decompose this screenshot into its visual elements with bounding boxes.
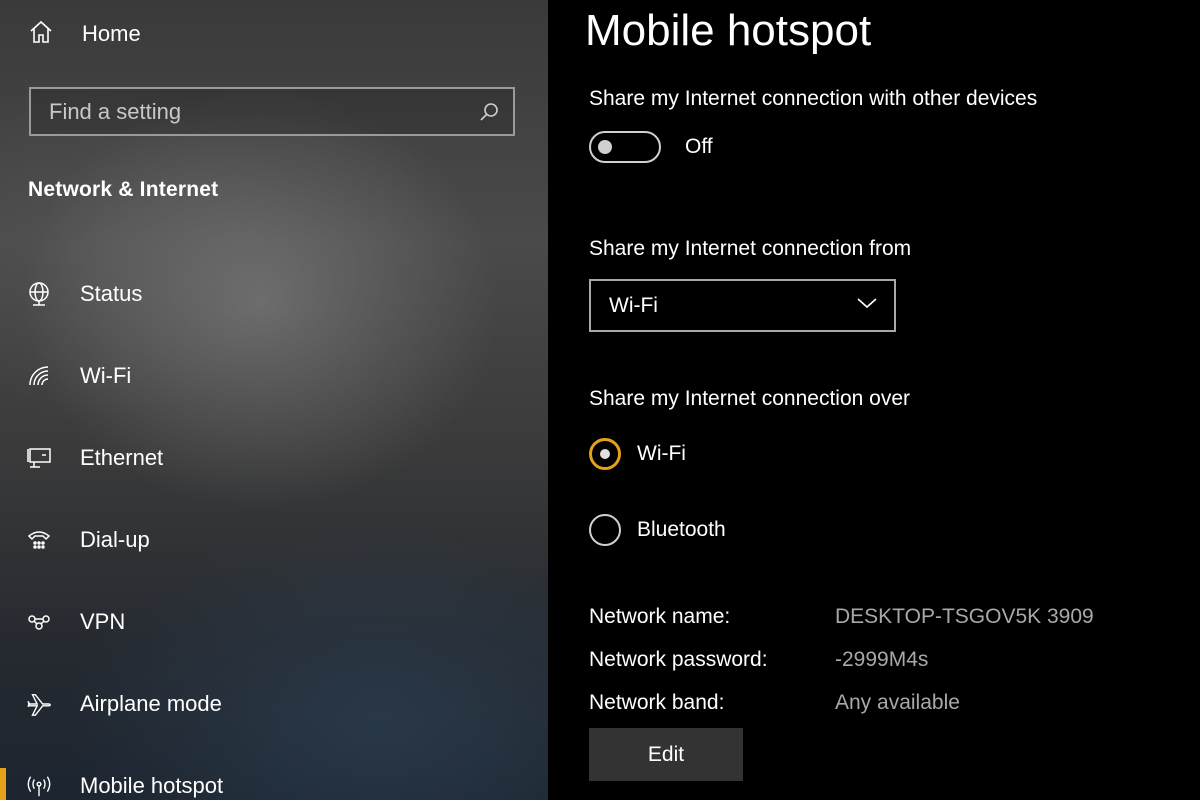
- share-from-dropdown[interactable]: Wi-Fi: [589, 279, 896, 332]
- share-label: Share my Internet connection with other …: [589, 87, 1038, 110]
- network-band-value: Any available: [835, 691, 960, 714]
- share-toggle-row: Off: [589, 131, 713, 163]
- share-from-label: Share my Internet connection from: [589, 237, 912, 260]
- main-panel: Mobile hotspot Share my Internet connect…: [548, 0, 1200, 800]
- home-icon: [28, 19, 54, 50]
- radio-wifi[interactable]: [589, 438, 621, 470]
- home-label: Home: [82, 21, 141, 46]
- radio-bluetooth[interactable]: [589, 514, 621, 546]
- share-over-label: Share my Internet connection over: [589, 387, 911, 410]
- search-box[interactable]: [29, 87, 515, 136]
- globe-icon: [26, 281, 52, 307]
- airplane-icon: [26, 690, 52, 718]
- network-band-row: Network band: Any available: [589, 691, 960, 715]
- sidebar-item-dialup[interactable]: Dial-up: [0, 516, 548, 564]
- sidebar-item-airplane-mode[interactable]: Airplane mode: [0, 680, 548, 728]
- sidebar-item-label: Dial-up: [80, 527, 150, 552]
- toggle-state-label: Off: [685, 135, 713, 158]
- search-input[interactable]: [31, 98, 465, 125]
- network-password-row: Network password: -2999M4s: [589, 648, 928, 672]
- sidebar-item-status[interactable]: Status: [0, 270, 548, 318]
- edit-button[interactable]: Edit: [589, 728, 743, 781]
- sidebar-item-label: Status: [80, 281, 143, 306]
- chevron-down-icon: [856, 296, 878, 315]
- network-band-key: Network band:: [589, 691, 725, 714]
- sidebar-item-vpn[interactable]: VPN: [0, 598, 548, 646]
- sidebar-item-label: Ethernet: [80, 445, 164, 470]
- section-title: Network & Internet: [28, 178, 219, 201]
- dropdown-value: Wi-Fi: [609, 293, 658, 317]
- radio-bluetooth-label: Bluetooth: [637, 518, 726, 541]
- sidebar: Home Network & Internet Status Wi-Fi: [0, 0, 548, 800]
- sidebar-item-label: Airplane mode: [80, 691, 222, 716]
- network-name-key: Network name:: [589, 605, 731, 628]
- radio-wifi-row[interactable]: Wi-Fi: [589, 438, 686, 470]
- network-password-key: Network password:: [589, 648, 768, 671]
- ethernet-icon: [26, 445, 52, 471]
- wifi-icon: [26, 363, 52, 389]
- hotspot-icon: [26, 773, 52, 799]
- home-link[interactable]: Home: [28, 18, 141, 50]
- sidebar-item-label: Wi-Fi: [80, 363, 132, 388]
- search-icon[interactable]: [465, 101, 513, 123]
- dialup-icon: [26, 527, 52, 553]
- radio-bluetooth-row[interactable]: Bluetooth: [589, 514, 726, 546]
- sidebar-item-mobile-hotspot[interactable]: Mobile hotspot: [0, 762, 548, 800]
- sidebar-item-label: VPN: [80, 609, 126, 634]
- network-name-row: Network name: DESKTOP-TSGOV5K 3909: [589, 605, 1094, 629]
- network-name-value: DESKTOP-TSGOV5K 3909: [835, 605, 1094, 628]
- page-title: Mobile hotspot: [585, 6, 872, 55]
- radio-wifi-label: Wi-Fi: [637, 442, 686, 465]
- sidebar-item-wifi[interactable]: Wi-Fi: [0, 352, 548, 400]
- sidebar-item-ethernet[interactable]: Ethernet: [0, 434, 548, 482]
- network-password-value: -2999M4s: [835, 648, 929, 671]
- vpn-icon: [26, 609, 52, 635]
- toggle-knob: [598, 140, 612, 154]
- sidebar-item-label: Mobile hotspot: [80, 773, 224, 798]
- share-toggle[interactable]: [589, 131, 661, 163]
